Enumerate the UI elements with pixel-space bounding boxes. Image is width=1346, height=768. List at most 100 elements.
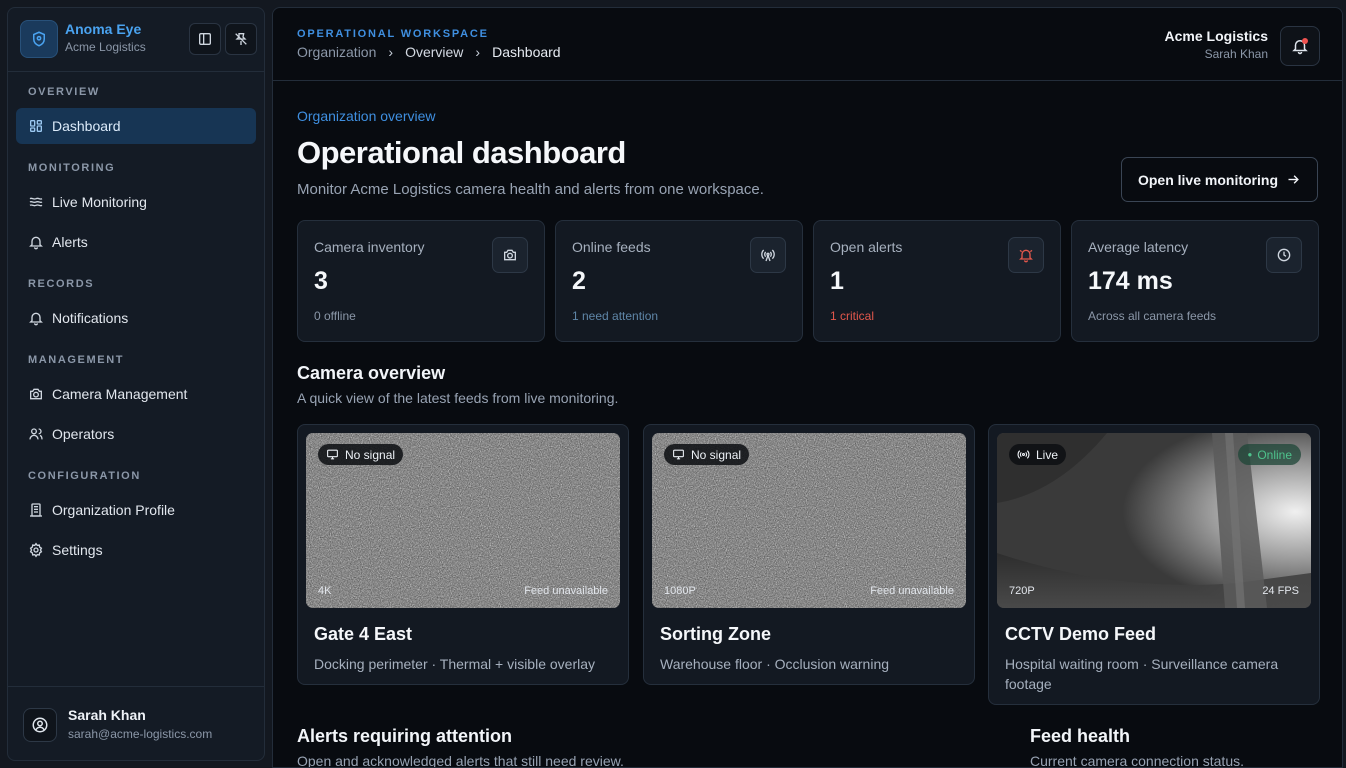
unpin-button[interactable] — [225, 23, 257, 55]
sidebar-item-live-monitoring[interactable]: Live Monitoring — [16, 184, 256, 220]
open-live-monitoring-button[interactable]: Open live monitoring — [1120, 157, 1318, 202]
sidebar-item-label: Alerts — [52, 234, 88, 250]
breadcrumb-overview[interactable]: Overview — [405, 44, 463, 60]
page-title: Operational dashboard — [297, 135, 626, 170]
user-profile-card[interactable]: Sarah Khan sarah@acme-logistics.com — [8, 686, 264, 760]
camera-fps: 24 FPS — [1262, 585, 1299, 597]
nav-section-monitoring: MONITORING — [28, 162, 116, 174]
camera-resolution: 720P — [1009, 585, 1035, 597]
stat-value: 2 — [572, 267, 586, 295]
sidebar-item-notifications[interactable]: Notifications — [16, 300, 256, 336]
sidebar-item-label: Dashboard — [52, 118, 121, 134]
camera-resolution: 4K — [318, 585, 332, 597]
no-signal-badge: No signal — [664, 444, 750, 465]
stat-value: 3 — [314, 267, 328, 295]
stat-card-open-alerts: Open alerts 1 1 critical — [813, 220, 1061, 342]
sidebar-item-label: Live Monitoring — [52, 194, 147, 210]
stat-value: 174 ms — [1088, 267, 1173, 295]
sidebar-item-label: Operators — [52, 426, 115, 442]
stat-label: Average latency — [1088, 239, 1189, 255]
page-overline: Organization overview — [297, 108, 436, 124]
sidebar-item-label: Camera Management — [52, 386, 188, 402]
stat-card-camera-inventory: Camera inventory 3 0 offline — [297, 220, 545, 342]
nav-section-configuration: CONFIGURATION — [28, 470, 141, 482]
camera-feed-status: Feed unavailable — [870, 585, 954, 597]
stat-label: Open alerts — [830, 239, 903, 255]
topbar: OPERATIONAL WORKSPACE Organization › Ove… — [273, 8, 1342, 81]
camera-card-cctv-demo-feed[interactable]: Live ● Online 720P 24 FPS CCTV Demo Feed… — [988, 424, 1320, 705]
camera-card-sorting-zone[interactable]: No signal 1080P Feed unavailable Sorting… — [643, 424, 975, 685]
avatar — [23, 708, 57, 742]
sidebar-item-organization-profile[interactable]: Organization Profile — [16, 492, 256, 528]
badge-label: No signal — [345, 447, 396, 462]
sidebar-item-dashboard[interactable]: Dashboard — [16, 108, 256, 144]
chevron-right-icon: › — [388, 44, 394, 60]
stat-card-online-feeds: Online feeds 2 1 need attention — [555, 220, 803, 342]
sidebar-item-alerts[interactable]: Alerts — [16, 224, 256, 260]
open-live-monitoring-label: Open live monitoring — [1137, 171, 1278, 188]
camera-overview-title: Camera overview — [297, 363, 446, 383]
stat-foot: 1 need attention — [572, 309, 659, 323]
toggle-sidebar-button[interactable] — [189, 23, 221, 55]
camera-description: Warehouse floor · Occlusion warning — [660, 656, 890, 672]
broadcast-icon — [1017, 450, 1030, 459]
page-subtitle: Monitor Acme Logistics camera health and… — [297, 181, 764, 198]
stat-foot: Across all camera feeds — [1088, 309, 1217, 323]
nav-section-overview: OVERVIEW — [28, 86, 100, 98]
chevron-right-icon: › — [475, 44, 481, 60]
bell-icon — [29, 236, 43, 250]
alerts-section-title: Alerts requiring attention — [297, 726, 513, 746]
notification-dot — [1302, 38, 1308, 44]
camera-description: Docking perimeter · Thermal + visible ov… — [314, 656, 596, 672]
sidebar-panel-icon — [199, 33, 211, 45]
status-label: Online — [1257, 447, 1292, 462]
bell-icon — [29, 312, 43, 326]
main-content: OPERATIONAL WORKSPACE Organization › Ove… — [272, 7, 1343, 768]
sidebar-item-label: Organization Profile — [52, 502, 175, 518]
breadcrumb: Organization › Overview › Dashboard — [297, 44, 561, 60]
topbar-org-name: Acme Logistics — [1164, 28, 1268, 44]
users-icon — [29, 428, 43, 440]
feed-health-subtitle: Current camera connection status. — [1030, 753, 1244, 768]
notifications-button[interactable] — [1280, 26, 1320, 66]
breadcrumb-organization[interactable]: Organization — [297, 44, 376, 60]
stat-foot: 0 offline — [314, 309, 356, 323]
camera-description: Hospital waiting room · Surveillance cam… — [1005, 656, 1279, 692]
monitor-icon — [673, 449, 684, 460]
sidebar-item-operators[interactable]: Operators — [16, 416, 256, 452]
breadcrumb-dashboard: Dashboard — [492, 44, 561, 60]
broadcast-icon — [750, 237, 786, 273]
stat-label: Camera inventory — [314, 239, 425, 255]
camera-icon — [492, 237, 528, 273]
camera-card-gate-4-east[interactable]: No signal 4K Feed unavailable Gate 4 Eas… — [297, 424, 629, 685]
dashboard-icon — [29, 120, 42, 132]
sidebar-item-settings[interactable]: Settings — [16, 532, 256, 568]
stat-value: 1 — [830, 267, 844, 295]
live-badge: Live — [1009, 444, 1067, 465]
camera-feed-preview: No signal 4K Feed unavailable — [306, 433, 620, 608]
brand-name: Anoma Eye — [65, 21, 142, 37]
brand-org: Acme Logistics — [65, 40, 146, 54]
camera-name: CCTV Demo Feed — [1005, 624, 1157, 644]
stat-foot: 1 critical — [830, 309, 875, 323]
pin-off-icon — [235, 33, 247, 45]
nav-section-records: RECORDS — [28, 278, 95, 290]
gear-icon — [29, 542, 43, 558]
arrow-right-icon — [1288, 175, 1299, 184]
alerts-section-subtitle: Open and acknowledged alerts that still … — [297, 753, 624, 768]
status-dot-icon: ● — [1247, 450, 1253, 459]
no-signal-badge: No signal — [318, 444, 404, 465]
camera-name: Sorting Zone — [660, 624, 771, 644]
clock-icon — [1266, 237, 1302, 273]
brand-header: Anoma Eye Acme Logistics — [8, 8, 264, 72]
camera-feed-status: Feed unavailable — [524, 585, 608, 597]
sidebar-item-camera-management[interactable]: Camera Management — [16, 376, 256, 412]
monitor-icon — [327, 449, 338, 460]
badge-label: Live — [1036, 447, 1059, 462]
camera-feed-preview: Live ● Online 720P 24 FPS — [997, 433, 1311, 608]
camera-resolution: 1080P — [664, 585, 696, 597]
camera-icon — [30, 388, 42, 400]
sidebar-item-label: Notifications — [52, 310, 129, 326]
waves-icon — [29, 197, 43, 207]
building-icon — [30, 503, 42, 517]
